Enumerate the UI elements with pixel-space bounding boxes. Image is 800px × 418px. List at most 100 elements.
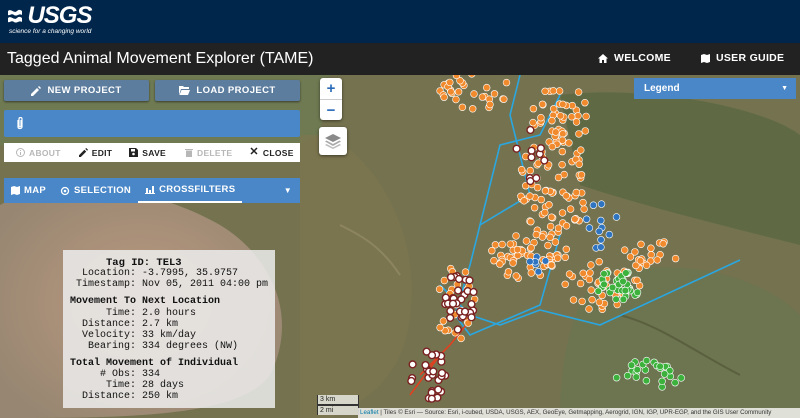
observation-point [545, 201, 553, 209]
observation-point [619, 277, 627, 286]
layers-icon [325, 134, 341, 149]
observation-point [626, 253, 635, 261]
observation-point [575, 160, 583, 168]
observation-point [585, 224, 594, 232]
observation-point [439, 317, 448, 325]
observation-point [469, 105, 477, 113]
layers-button[interactable] [319, 127, 347, 155]
observation-point [600, 270, 608, 278]
observation-point [582, 112, 590, 121]
project-file-box[interactable] [4, 110, 300, 137]
leaflet-link[interactable]: Leaflet [360, 409, 379, 416]
observation-point [561, 253, 569, 262]
pencil-icon [31, 85, 42, 96]
observation-point [549, 105, 558, 113]
observation-point [427, 394, 436, 403]
observation-point [647, 244, 655, 252]
observation-point [513, 245, 522, 254]
user-guide-button[interactable]: USER GUIDE [701, 52, 784, 64]
observation-point [554, 173, 563, 182]
legend-dropdown[interactable]: Legend ▼ [634, 78, 796, 99]
observation-point [496, 260, 504, 268]
welcome-button[interactable]: WELCOME [598, 52, 671, 64]
edit-action[interactable]: EDIT [78, 148, 113, 158]
about-action[interactable]: ABOUT [16, 148, 61, 158]
observation-point [530, 204, 539, 212]
observation-point [407, 376, 416, 386]
observation-point [636, 257, 645, 265]
observation-point [490, 90, 499, 98]
save-label: SAVE [142, 147, 167, 158]
load-project-button[interactable]: LOAD PROJECT [155, 80, 300, 101]
tab-selection[interactable]: SELECTION [53, 178, 138, 203]
crosshair-icon [60, 186, 70, 195]
observation-point [455, 274, 464, 284]
observation-point [567, 113, 576, 121]
observation-point [522, 237, 531, 245]
observation-point [486, 100, 494, 109]
new-project-button[interactable]: NEW PROJECT [4, 80, 149, 101]
trash-icon [185, 149, 194, 157]
tab-crossfilters-label: CROSSFILTERS [159, 184, 236, 195]
tab-selection-label: SELECTION [74, 185, 132, 196]
observation-point [467, 313, 476, 322]
observation-point [478, 93, 487, 101]
observation-point [422, 347, 431, 356]
usgs-logo[interactable]: USGS science for a changing world [7, 2, 92, 35]
usgs-tagline: science for a changing world [9, 28, 92, 35]
observation-point [544, 241, 552, 250]
observation-point [436, 323, 444, 332]
observation-point [579, 198, 587, 207]
observation-point [656, 362, 664, 370]
observation-point [470, 90, 478, 98]
zoom-control: + − [320, 78, 342, 120]
paperclip-icon [17, 117, 23, 130]
observation-point [660, 370, 669, 378]
floppy-disk-icon [129, 148, 139, 157]
info-icon [16, 148, 25, 157]
map-attribution: Leaflet | Tiles © Esri — Source: Esri, i… [358, 408, 800, 418]
observation-point [562, 245, 570, 254]
observation-point [577, 146, 585, 154]
zoom-in-button[interactable]: + [320, 78, 342, 99]
info-bearing: Bearing: 334 degrees (NW) [88, 341, 239, 352]
observation-point [527, 269, 535, 277]
observation-point [546, 233, 554, 242]
observation-point [408, 360, 417, 369]
observation-point [574, 88, 583, 96]
tab-map[interactable]: MAP [4, 178, 53, 203]
observation-point [632, 373, 640, 381]
observation-point [500, 95, 508, 103]
info-timestamp: Timestamp: Nov 05, 2011 04:00 pm [76, 279, 269, 290]
tabs-dropdown-icon[interactable]: ▼ [284, 186, 292, 195]
observation-point [488, 247, 496, 255]
observation-point [572, 118, 581, 126]
zoom-out-button[interactable]: − [320, 99, 342, 120]
observation-point [552, 128, 560, 136]
observation-point [437, 368, 447, 378]
save-action[interactable]: SAVE [129, 148, 166, 158]
observation-point [454, 286, 463, 295]
observation-point [452, 75, 461, 80]
observation-point [527, 146, 536, 155]
observation-point [559, 130, 567, 138]
observation-point [647, 251, 655, 259]
observation-point [600, 280, 608, 289]
close-action[interactable]: ✕ CLOSE [249, 147, 293, 158]
observation-point [502, 78, 511, 87]
observation-point [633, 366, 641, 374]
usgs-wordmark: USGS [27, 2, 92, 29]
observation-point [559, 100, 567, 108]
observation-point [554, 224, 563, 232]
observation-point [527, 218, 535, 226]
observation-point [509, 259, 517, 267]
delete-action[interactable]: DELETE [185, 148, 232, 158]
observation-point [551, 238, 560, 246]
legend-label: Legend [644, 83, 680, 94]
tab-crossfilters[interactable]: CROSSFILTERS [138, 178, 243, 203]
observation-point [532, 230, 540, 239]
observation-point [637, 240, 645, 249]
observation-point [579, 269, 587, 278]
observation-point [585, 305, 593, 313]
observation-point [446, 273, 456, 282]
